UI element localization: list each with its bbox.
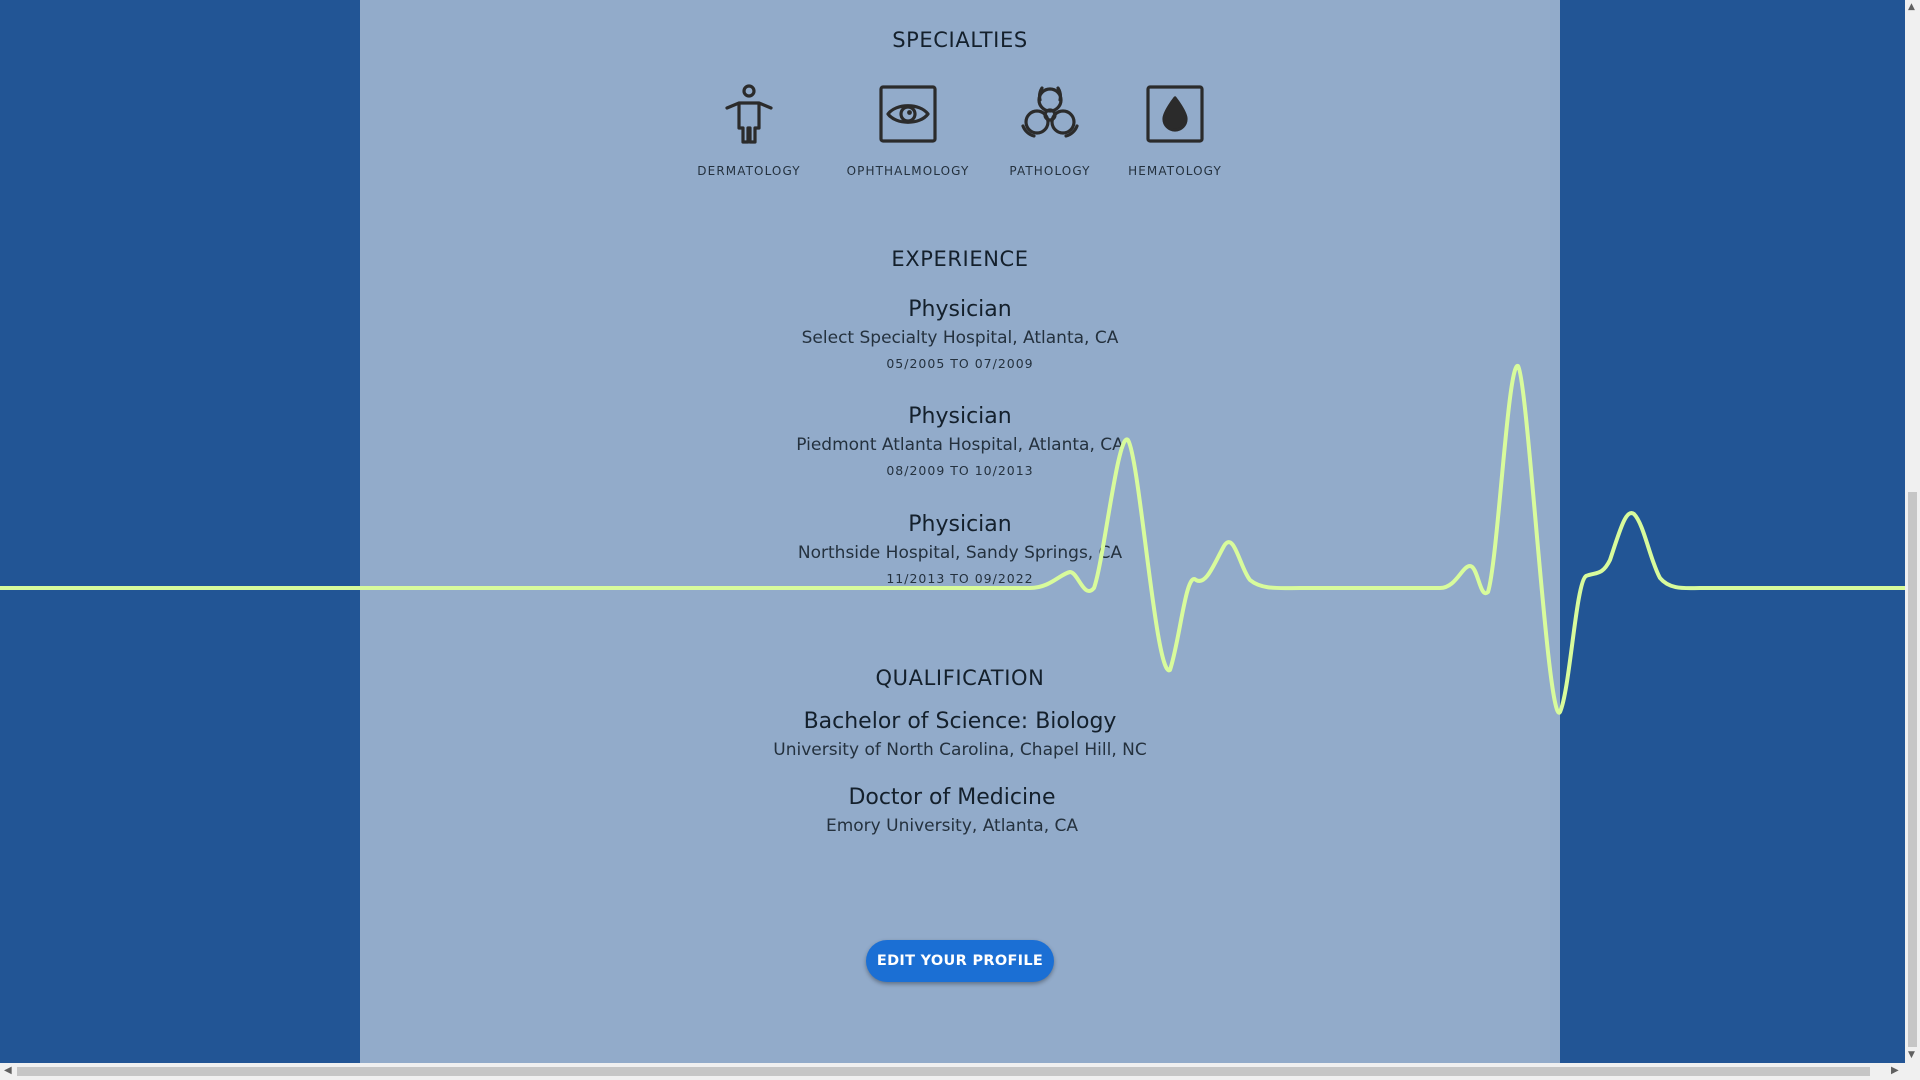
scroll-left-arrow-icon[interactable]: ◀ bbox=[4, 1065, 12, 1076]
specialty-ophthalmology: OPHTHALMOLOGY bbox=[828, 82, 988, 178]
horizontal-scrollbar[interactable]: ◀ ▶ bbox=[0, 1063, 1905, 1080]
job-title: Physician bbox=[908, 512, 1012, 537]
degree-title: Doctor of Medicine bbox=[848, 785, 1056, 810]
specialty-label: PATHOLOGY bbox=[1009, 164, 1091, 178]
specialty-pathology: PATHOLOGY bbox=[988, 82, 1112, 178]
experience-heading: EXPERIENCE bbox=[891, 247, 1029, 271]
specialties-section: SPECIALTIES bbox=[360, 28, 1560, 52]
qualification-item: Doctor of Medicine Emory University, Atl… bbox=[352, 785, 1552, 836]
job-dates: 11/2013 TO 09/2022 bbox=[886, 571, 1034, 586]
degree-place: Emory University, Atlanta, CA bbox=[825, 816, 1079, 836]
specialties-heading: SPECIALTIES bbox=[892, 28, 1028, 52]
experience-item: Physician Piedmont Atlanta Hospital, Atl… bbox=[360, 404, 1560, 478]
experience-section: EXPERIENCE bbox=[360, 247, 1560, 271]
specialty-hematology: HEMATOLOGY bbox=[1112, 82, 1238, 178]
page-viewport: SPECIALTIES DERMATOLOGY OPHTHALMOLOGY PA… bbox=[0, 0, 1905, 1063]
degree-title: Bachelor of Science: Biology bbox=[803, 709, 1117, 734]
qualification-section: QUALIFICATION bbox=[360, 666, 1560, 690]
qualification-item: Bachelor of Science: Biology University … bbox=[360, 709, 1560, 760]
scroll-down-arrow-icon[interactable]: ▼ bbox=[1908, 1050, 1915, 1060]
horizontal-scroll-thumb[interactable] bbox=[17, 1067, 1870, 1076]
experience-item: Physician Select Specialty Hospital, Atl… bbox=[360, 297, 1560, 371]
person-accessibility-icon bbox=[717, 82, 781, 150]
job-place: Northside Hospital, Sandy Springs, CA bbox=[797, 543, 1123, 563]
job-place: Piedmont Atlanta Hospital, Atlanta, CA bbox=[796, 435, 1124, 455]
job-title: Physician bbox=[908, 297, 1012, 322]
specialty-dermatology: DERMATOLOGY bbox=[682, 82, 816, 178]
biohazard-icon bbox=[1018, 82, 1082, 150]
specialty-label: OPHTHALMOLOGY bbox=[846, 164, 970, 178]
job-title: Physician bbox=[908, 404, 1012, 429]
degree-place: University of North Carolina, Chapel Hil… bbox=[773, 740, 1147, 760]
job-dates: 05/2005 TO 07/2009 bbox=[886, 356, 1034, 371]
job-place: Select Specialty Hospital, Atlanta, CA bbox=[801, 328, 1119, 348]
eye-icon bbox=[876, 82, 940, 150]
scroll-up-arrow-icon[interactable]: ▲ bbox=[1908, 2, 1915, 12]
specialty-label: HEMATOLOGY bbox=[1128, 164, 1222, 178]
scrollbar-corner bbox=[1905, 1063, 1920, 1080]
specialties-list: DERMATOLOGY OPHTHALMOLOGY PATHOLOGY HEMA… bbox=[360, 82, 1560, 178]
job-dates: 08/2009 TO 10/2013 bbox=[886, 463, 1034, 478]
edit-profile-button[interactable]: EDIT YOUR PROFILE bbox=[866, 940, 1054, 982]
specialty-label: DERMATOLOGY bbox=[697, 164, 801, 178]
blood-drop-icon bbox=[1143, 82, 1207, 150]
experience-item: Physician Northside Hospital, Sandy Spri… bbox=[360, 512, 1560, 586]
vertical-scroll-thumb[interactable] bbox=[1908, 492, 1917, 1047]
scroll-right-arrow-icon[interactable]: ▶ bbox=[1891, 1065, 1899, 1076]
qualification-heading: QUALIFICATION bbox=[875, 666, 1045, 690]
vertical-scrollbar[interactable]: ▲ ▼ bbox=[1905, 0, 1920, 1063]
